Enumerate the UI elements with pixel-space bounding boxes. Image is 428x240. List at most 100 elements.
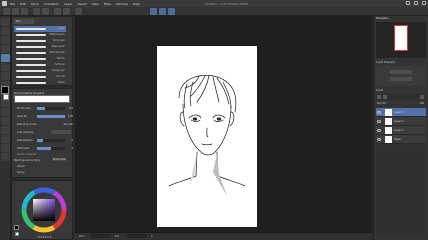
subtool-tab[interactable]: Pen xyxy=(14,19,34,24)
starting-ending-label: Starting and ending xyxy=(14,159,40,162)
main-color-swatch[interactable] xyxy=(1,86,9,94)
brush-tool-icon[interactable] xyxy=(1,72,10,80)
character-line-art xyxy=(168,74,246,196)
anti-aliasing-selector[interactable] xyxy=(51,130,71,134)
gradient-tool-icon[interactable] xyxy=(1,117,10,125)
fill-tool-icon[interactable] xyxy=(1,108,10,116)
zoom-slider[interactable] xyxy=(91,234,111,238)
opacity-row[interactable]: Opacity 100 xyxy=(15,113,75,120)
open-file-icon[interactable] xyxy=(12,8,19,15)
eye-icon[interactable] xyxy=(377,138,381,141)
new-layer-icon[interactable] xyxy=(377,95,381,99)
minimize-icon[interactable] xyxy=(406,1,410,5)
eye-icon[interactable] xyxy=(377,111,381,114)
snap-grid-icon[interactable] xyxy=(159,8,166,15)
color-wheel[interactable] xyxy=(20,186,68,234)
wheel-sub-color[interactable] xyxy=(15,232,19,236)
menu-bar: File Edit Story Animation Layer Select V… xyxy=(0,0,428,7)
layer-item[interactable]: Paper xyxy=(376,135,426,144)
pen-tool-icon[interactable] xyxy=(1,54,10,62)
eye-icon[interactable] xyxy=(377,120,381,123)
maximize-icon[interactable] xyxy=(414,1,418,5)
menu-window[interactable]: Window xyxy=(116,2,128,6)
balloon-tool-icon[interactable] xyxy=(1,144,10,152)
menu-help[interactable]: Help xyxy=(133,2,140,6)
zoom-value[interactable]: 20.7 xyxy=(79,235,85,238)
menu-filter[interactable]: Filter xyxy=(104,2,111,6)
frame-tool-icon[interactable] xyxy=(1,153,10,161)
layer-item[interactable]: Layer 3 xyxy=(376,108,426,117)
spray-label[interactable]: Spray xyxy=(17,171,24,174)
fill-icon[interactable] xyxy=(63,8,70,15)
menu-animation[interactable]: Animation xyxy=(44,2,59,6)
eye-icon[interactable] xyxy=(377,129,381,132)
menu-view[interactable]: View xyxy=(92,2,99,6)
blend-opacity-row: Normal 100 xyxy=(376,101,426,106)
layer-thumbnail xyxy=(385,109,392,116)
undo-icon[interactable] xyxy=(33,8,40,15)
layer-item[interactable]: Layer 1 xyxy=(376,126,426,135)
selection-tool-icon[interactable] xyxy=(1,36,10,44)
navigator-title: Navigator xyxy=(376,17,389,20)
layer-thumbnail xyxy=(385,136,392,143)
layer-panel-title: Layer xyxy=(376,89,384,92)
navigator-viewport[interactable] xyxy=(394,25,408,51)
stabilization-row[interactable]: Stabilization 6 xyxy=(15,137,75,144)
menu-select[interactable]: Select xyxy=(77,2,86,6)
drawing-canvas[interactable] xyxy=(157,46,257,227)
angle-slider[interactable] xyxy=(127,234,147,238)
layer-item[interactable]: Layer 2 xyxy=(376,117,426,126)
hardness-row[interactable]: Hardness 4 xyxy=(15,145,75,152)
redo-icon[interactable] xyxy=(42,8,49,15)
clear-icon[interactable] xyxy=(54,8,61,15)
layer-list-empty-area[interactable] xyxy=(376,145,426,237)
close-icon[interactable] xyxy=(422,1,426,5)
menu-layer[interactable]: Layer xyxy=(64,2,72,6)
layer-toolbar xyxy=(376,94,426,100)
angle-value[interactable]: 0.0 xyxy=(115,235,119,238)
zoom-tool-icon[interactable] xyxy=(1,18,10,26)
vector-magnet-label: Vector magnet xyxy=(17,153,37,156)
delete-layer-icon[interactable] xyxy=(420,95,424,99)
wheel-main-color[interactable] xyxy=(14,225,19,230)
menu-file[interactable]: File xyxy=(10,2,15,6)
app-logo-icon[interactable] xyxy=(2,1,7,6)
blend-mode-select[interactable]: Normal xyxy=(377,102,386,105)
right-panel: Navigator Layer Property Layer Normal 10… xyxy=(373,16,428,240)
layer-opacity[interactable]: 100 xyxy=(419,102,424,105)
brush-item[interactable]: Brush xyxy=(14,80,66,86)
tool-property-panel: Tool property [G-pen] Brush Size 5.0 Opac… xyxy=(11,88,73,178)
anti-aliasing-row[interactable]: Anti-aliasing xyxy=(15,129,75,136)
layer-thumbnail xyxy=(385,127,392,134)
expression-color-select[interactable] xyxy=(390,77,412,81)
snap-ruler-icon[interactable] xyxy=(150,8,157,15)
layer-color-button[interactable] xyxy=(390,70,412,74)
pencil-tool-icon[interactable] xyxy=(1,63,10,71)
menu-story[interactable]: Story xyxy=(31,2,39,6)
move-tool-icon[interactable] xyxy=(1,27,10,35)
snap-special-ruler-icon[interactable] xyxy=(168,8,175,15)
navigator-preview[interactable] xyxy=(376,22,426,58)
position-value: 0 xyxy=(151,235,153,238)
new-folder-icon[interactable] xyxy=(383,95,387,99)
window-title: Untitled - CLIP STUDIO PAINT xyxy=(204,1,249,6)
blend-tool-icon[interactable] xyxy=(1,99,10,107)
transform-icon[interactable] xyxy=(75,8,82,15)
save-icon[interactable] xyxy=(21,8,28,15)
menu-edit[interactable]: Edit xyxy=(20,2,26,6)
layer-property-title: Layer Property xyxy=(376,61,396,64)
eyedropper-tool-icon[interactable] xyxy=(1,45,10,53)
starting-ending-button[interactable]: Brush size xyxy=(52,158,67,161)
subtool-panel: Pen G-pen Mapping pen Turnip pen Real G-… xyxy=(11,16,73,86)
ruler-tool-icon[interactable] xyxy=(1,135,10,143)
new-file-icon[interactable] xyxy=(3,8,10,15)
blending-mode-row[interactable]: Blending mode Normal xyxy=(15,121,75,128)
text-tool-icon[interactable] xyxy=(1,126,10,134)
brush-preview xyxy=(14,95,70,103)
color-readout: H 0 S 0 V 0 xyxy=(38,236,52,239)
vector-label[interactable]: Vector xyxy=(17,165,25,168)
tool-strip xyxy=(0,16,11,240)
brush-size-row[interactable]: Brush Size 5.0 xyxy=(15,105,75,112)
sub-color-swatch[interactable] xyxy=(3,94,9,100)
status-bar: 20.7 0.0 0 xyxy=(75,232,372,240)
